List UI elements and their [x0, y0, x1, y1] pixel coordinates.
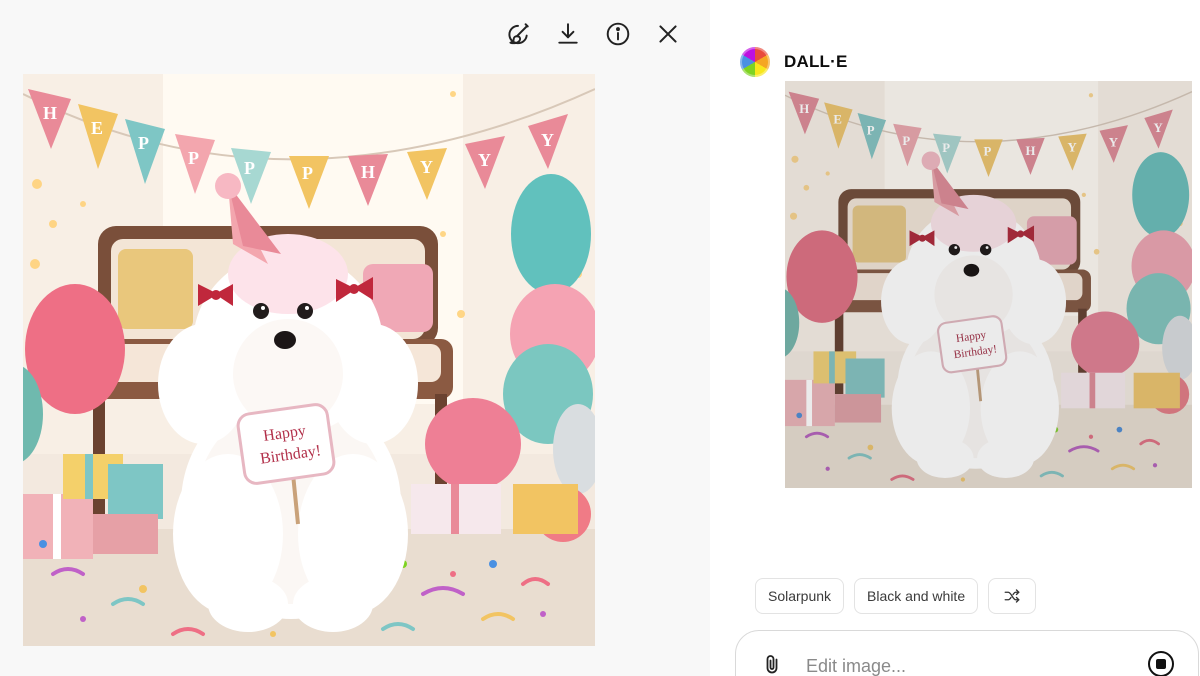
style-suggestions: Solarpunk Black and white: [755, 578, 1037, 614]
info-icon[interactable]: [604, 18, 632, 50]
assistant-name: DALL·E: [784, 52, 848, 71]
stop-icon[interactable]: [1148, 651, 1174, 676]
download-icon[interactable]: [554, 18, 582, 50]
edit-composer: [735, 630, 1199, 676]
style-chip-solarpunk[interactable]: Solarpunk: [755, 578, 845, 614]
poodle-birthday-illustration: [23, 74, 595, 646]
viewer-toolbar: [504, 18, 682, 50]
assistant-header: DALL·E: [740, 47, 848, 77]
shuffle-button[interactable]: [988, 578, 1037, 614]
app-root: DALL·E Solarpunk Black and white: [0, 0, 1200, 676]
edit-image-input[interactable]: [804, 651, 1128, 676]
close-icon[interactable]: [654, 18, 682, 50]
style-chip-black-and-white[interactable]: Black and white: [854, 578, 979, 614]
generated-image-thumbnail[interactable]: [785, 81, 1192, 488]
generated-image-large: [23, 74, 595, 646]
dalle-avatar: [740, 47, 770, 77]
paperclip-icon[interactable]: [760, 653, 784, 676]
image-viewer: [0, 0, 710, 676]
shuffle-icon: [1004, 589, 1020, 603]
edit-brush-icon[interactable]: [504, 18, 532, 50]
poodle-birthday-thumbnail: [785, 81, 1192, 488]
